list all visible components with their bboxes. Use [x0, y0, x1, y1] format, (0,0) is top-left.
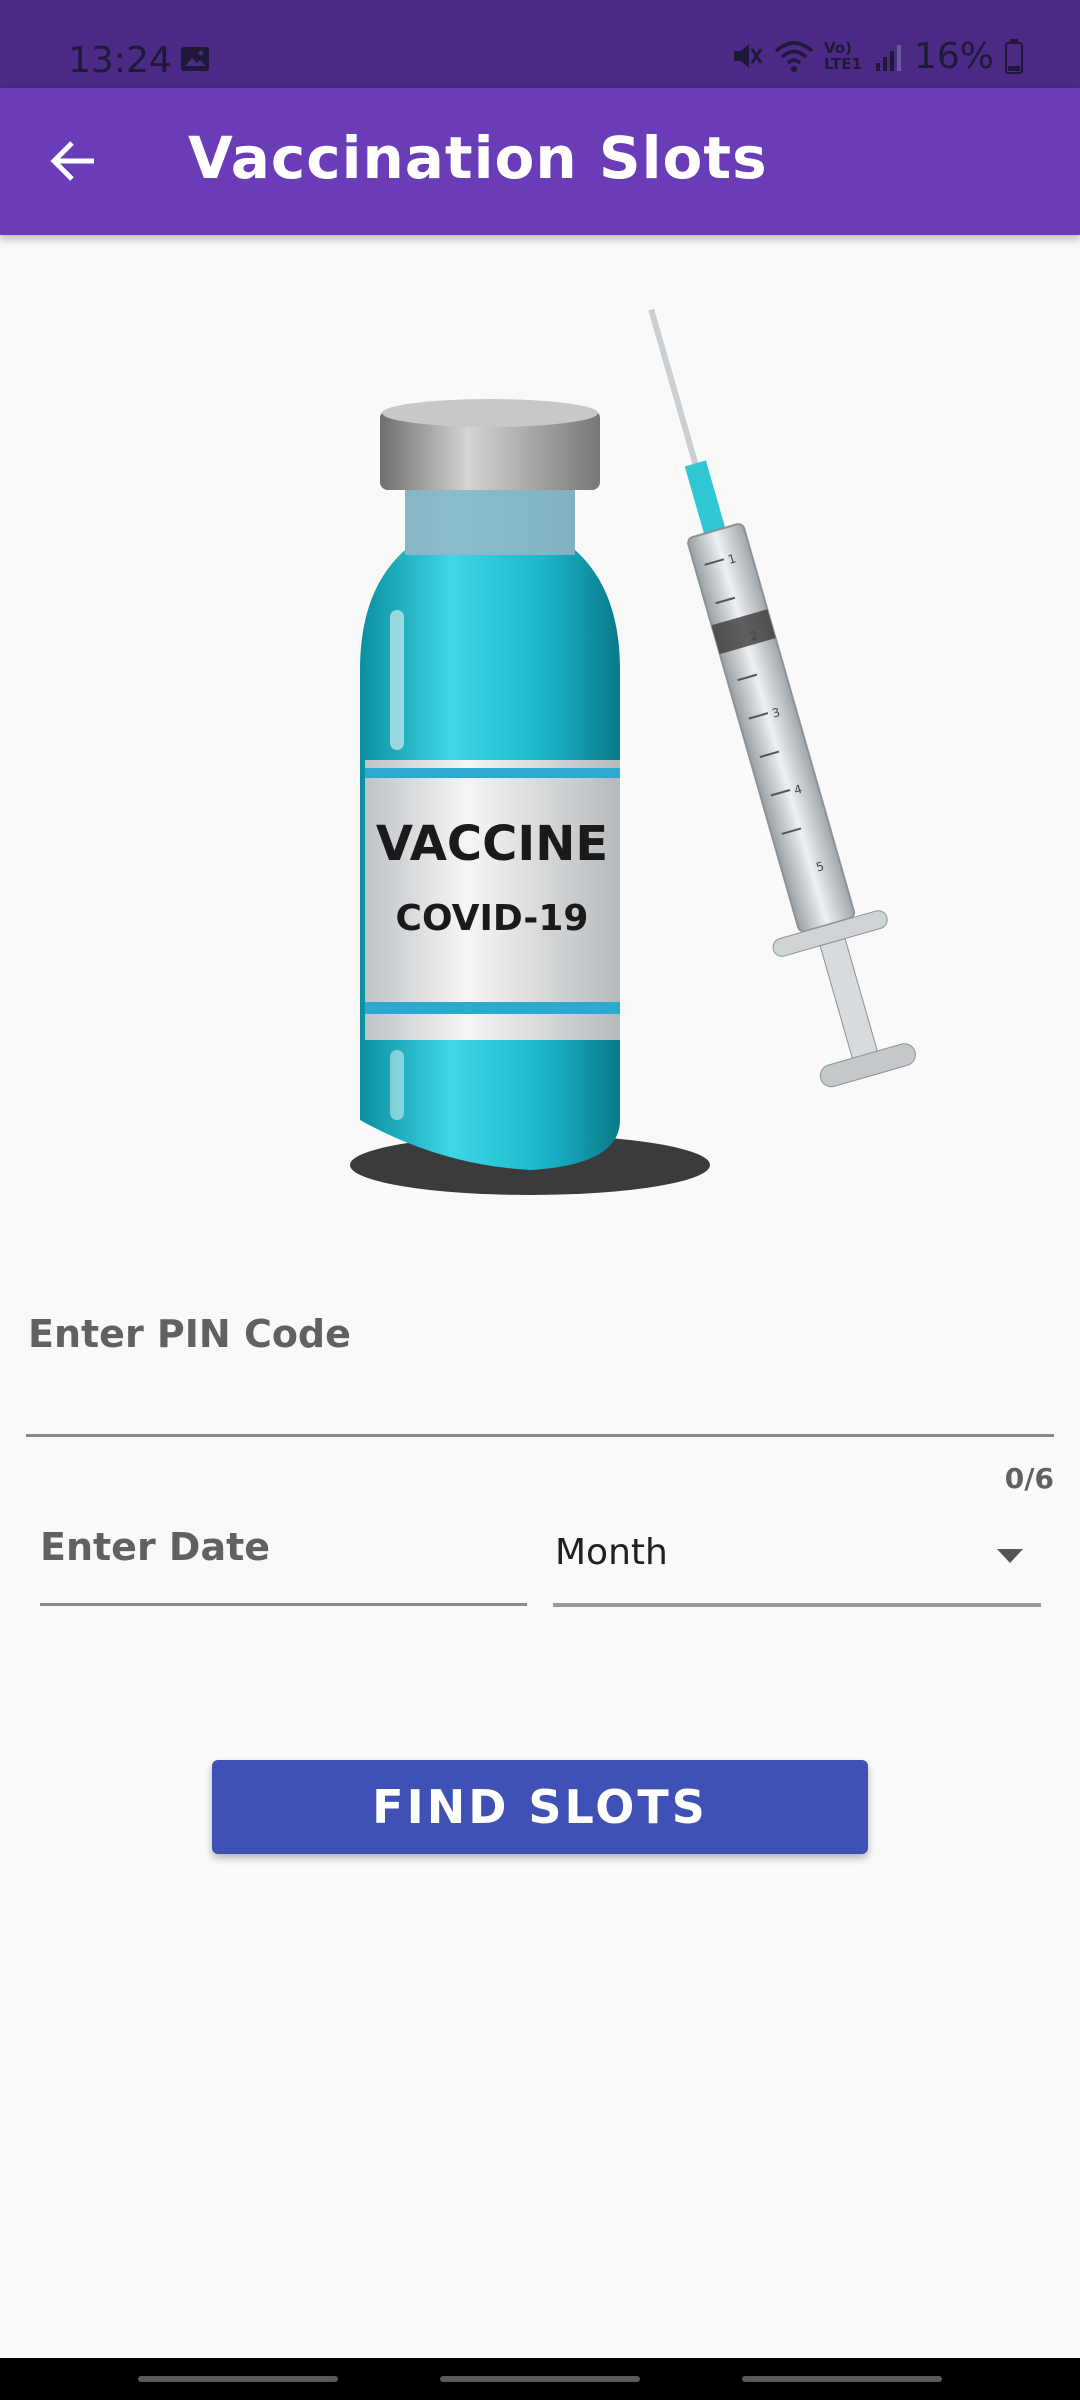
mute-icon: [733, 44, 763, 68]
lte-icon: Vo) LTE1: [823, 39, 862, 73]
month-selected-value: Month: [555, 1532, 668, 1573]
nav-home-button[interactable]: [440, 2376, 640, 2382]
status-bar: 13:24 Vo) LTE1 16%: [0, 0, 1080, 88]
battery-percent: 16%: [913, 35, 994, 77]
nav-back-button[interactable]: [742, 2376, 942, 2382]
find-slots-button[interactable]: FIND SLOTS: [212, 1760, 868, 1854]
system-nav-bar: [0, 2358, 1080, 2400]
pin-code-field[interactable]: Enter PIN Code: [26, 1300, 1054, 1440]
date-underline: [40, 1603, 527, 1606]
signal-icon: [875, 45, 901, 71]
status-time: 13:24: [68, 40, 172, 81]
vial-label-covid: COVID-19: [396, 898, 589, 939]
month-dropdown[interactable]: Month: [553, 1505, 1041, 1609]
vial: VACCINE COVID-19: [360, 399, 620, 1170]
pin-code-label: Enter PIN Code: [28, 1312, 351, 1356]
image-icon: [181, 47, 209, 71]
date-label: Enter Date: [40, 1525, 271, 1569]
arrow-left-icon[interactable]: [46, 134, 100, 188]
wifi-icon: [774, 41, 814, 72]
page-title: Vaccination Slots: [188, 124, 768, 192]
status-icons: Vo) LTE1 16%: [730, 35, 1024, 77]
vial-label-vaccine: VACCINE: [376, 816, 608, 872]
date-field[interactable]: Enter Date: [40, 1505, 527, 1609]
syringe: 1 2 3 4 5: [648, 308, 916, 1088]
battery-icon: [1005, 39, 1023, 74]
vaccine-illustration: VACCINE COVID-19 1 2 3 4 5: [350, 308, 916, 1195]
pin-char-counter: 0/6: [1004, 1462, 1054, 1495]
app-bar: Vaccination Slots: [0, 88, 1080, 235]
nav-recent-button[interactable]: [138, 2376, 338, 2382]
month-underline: [553, 1603, 1041, 1607]
dropdown-arrow-icon: [997, 1549, 1023, 1563]
pin-code-underline: [26, 1434, 1054, 1437]
